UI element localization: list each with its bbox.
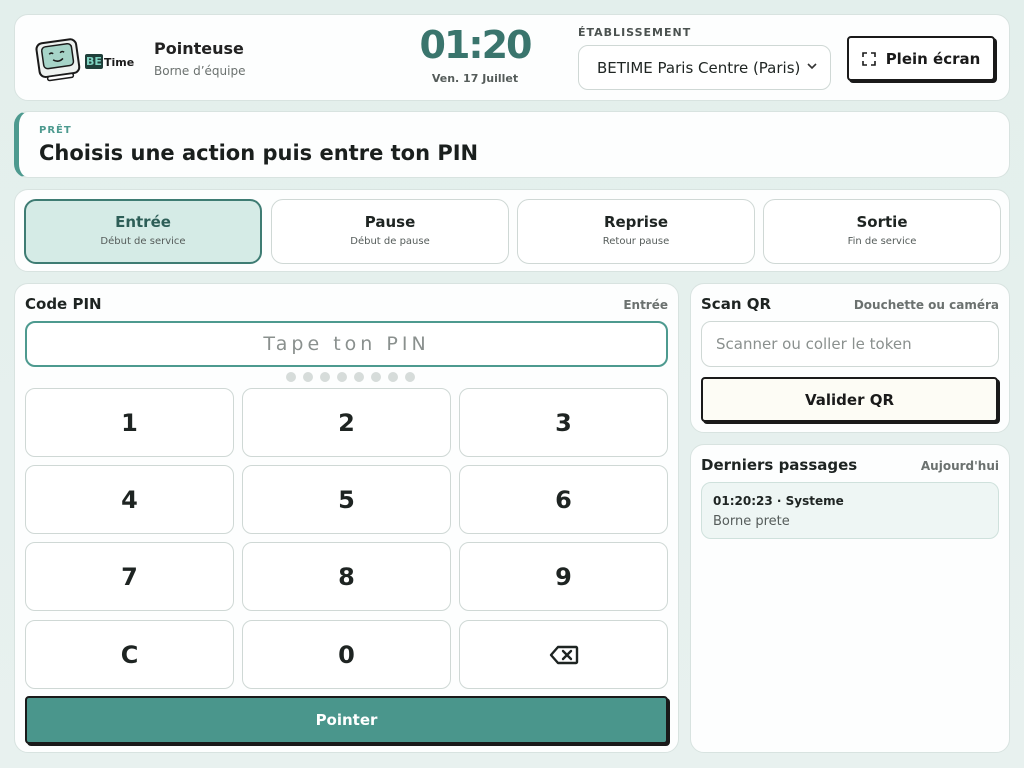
key-2[interactable]: 2 bbox=[242, 388, 451, 457]
key-9[interactable]: 9 bbox=[459, 542, 668, 611]
pointer-button[interactable]: Pointer bbox=[25, 696, 668, 744]
establishment-label: ÉTABLISSEMENT bbox=[578, 26, 692, 39]
fullscreen-icon bbox=[861, 51, 876, 66]
pin-dot bbox=[388, 372, 398, 382]
status-kicker: PRÊT bbox=[39, 125, 72, 136]
logo-text-time: Time bbox=[104, 56, 135, 69]
pin-dot bbox=[337, 372, 347, 382]
pin-dot bbox=[371, 372, 381, 382]
logo-text-be: BE bbox=[86, 55, 102, 68]
key-clear[interactable]: C bbox=[25, 620, 234, 689]
key-1[interactable]: 1 bbox=[25, 388, 234, 457]
pin-dot bbox=[405, 372, 415, 382]
brand-logo: BE Time bbox=[33, 37, 137, 83]
app-title: Pointeuse bbox=[154, 39, 244, 58]
key-6[interactable]: 6 bbox=[459, 465, 668, 534]
establishment-value: BETIME Paris Centre (Paris) bbox=[597, 58, 801, 77]
action-title: Pause bbox=[364, 213, 416, 231]
fullscreen-button[interactable]: Plein écran bbox=[847, 36, 995, 81]
key-7[interactable]: 7 bbox=[25, 542, 234, 611]
action-title: Reprise bbox=[603, 213, 669, 231]
key-3[interactable]: 3 bbox=[459, 388, 668, 457]
pin-panel: Code PIN Entrée 1 2 3 4 5 6 7 8 9 C 0 Po… bbox=[14, 283, 679, 753]
key-5[interactable]: 5 bbox=[242, 465, 451, 534]
action-selector: Entrée Début de service Pause Début de p… bbox=[14, 189, 1010, 272]
validate-qr-button[interactable]: Valider QR bbox=[701, 377, 998, 422]
date-label: Ven. 17 Juillet bbox=[431, 72, 519, 85]
status-message: Choisis une action puis entre ton PIN bbox=[39, 141, 479, 165]
action-title: Sortie bbox=[856, 213, 908, 231]
pin-input[interactable] bbox=[25, 321, 668, 367]
header-bar: BE Time Pointeuse Borne d’équipe 01:20 V… bbox=[14, 14, 1010, 101]
action-subtitle: Début de pause bbox=[350, 236, 430, 247]
key-8[interactable]: 8 bbox=[242, 542, 451, 611]
action-sortie-button[interactable]: Sortie Fin de service bbox=[763, 199, 1001, 264]
recent-date-label: Aujourd'hui bbox=[920, 459, 999, 473]
pin-dots bbox=[286, 372, 415, 382]
pin-title: Code PIN bbox=[25, 295, 102, 313]
app-subtitle: Borne d’équipe bbox=[154, 64, 246, 78]
pin-dot bbox=[320, 372, 330, 382]
pin-dot bbox=[354, 372, 364, 382]
establishment-select[interactable]: BETIME Paris Centre (Paris) bbox=[578, 45, 831, 90]
action-subtitle: Retour pause bbox=[602, 236, 670, 247]
qr-token-input[interactable] bbox=[701, 321, 999, 367]
pin-dot bbox=[286, 372, 296, 382]
action-entree-button[interactable]: Entrée Début de service bbox=[24, 199, 262, 264]
action-subtitle: Fin de service bbox=[847, 236, 917, 247]
recent-item-time: 01:20:23 · Systeme bbox=[713, 494, 844, 508]
recent-title: Derniers passages bbox=[701, 456, 858, 474]
backspace-icon bbox=[549, 645, 578, 664]
recent-item-text: Borne prete bbox=[713, 514, 790, 529]
qr-panel: Scan QR Douchette ou caméra Valider QR bbox=[690, 283, 1010, 433]
key-0[interactable]: 0 bbox=[242, 620, 451, 689]
clock: 01:20 bbox=[419, 23, 533, 67]
recent-item: 01:20:23 · Systeme Borne prete bbox=[701, 482, 999, 539]
action-subtitle: Début de service bbox=[100, 236, 186, 247]
pin-mode-label: Entrée bbox=[623, 298, 668, 312]
status-banner: PRÊT Choisis une action puis entre ton P… bbox=[14, 111, 1010, 178]
key-4[interactable]: 4 bbox=[25, 465, 234, 534]
recent-passages-panel: Derniers passages Aujourd'hui 01:20:23 ·… bbox=[690, 444, 1010, 753]
chevron-down-icon bbox=[807, 63, 817, 70]
key-backspace[interactable] bbox=[459, 620, 668, 689]
fullscreen-label: Plein écran bbox=[885, 49, 981, 68]
qr-hint: Douchette ou caméra bbox=[853, 298, 999, 312]
action-reprise-button[interactable]: Reprise Retour pause bbox=[517, 199, 755, 264]
qr-title: Scan QR bbox=[701, 295, 772, 313]
action-title: Entrée bbox=[115, 213, 171, 231]
action-pause-button[interactable]: Pause Début de pause bbox=[271, 199, 509, 264]
pin-dot bbox=[303, 372, 313, 382]
